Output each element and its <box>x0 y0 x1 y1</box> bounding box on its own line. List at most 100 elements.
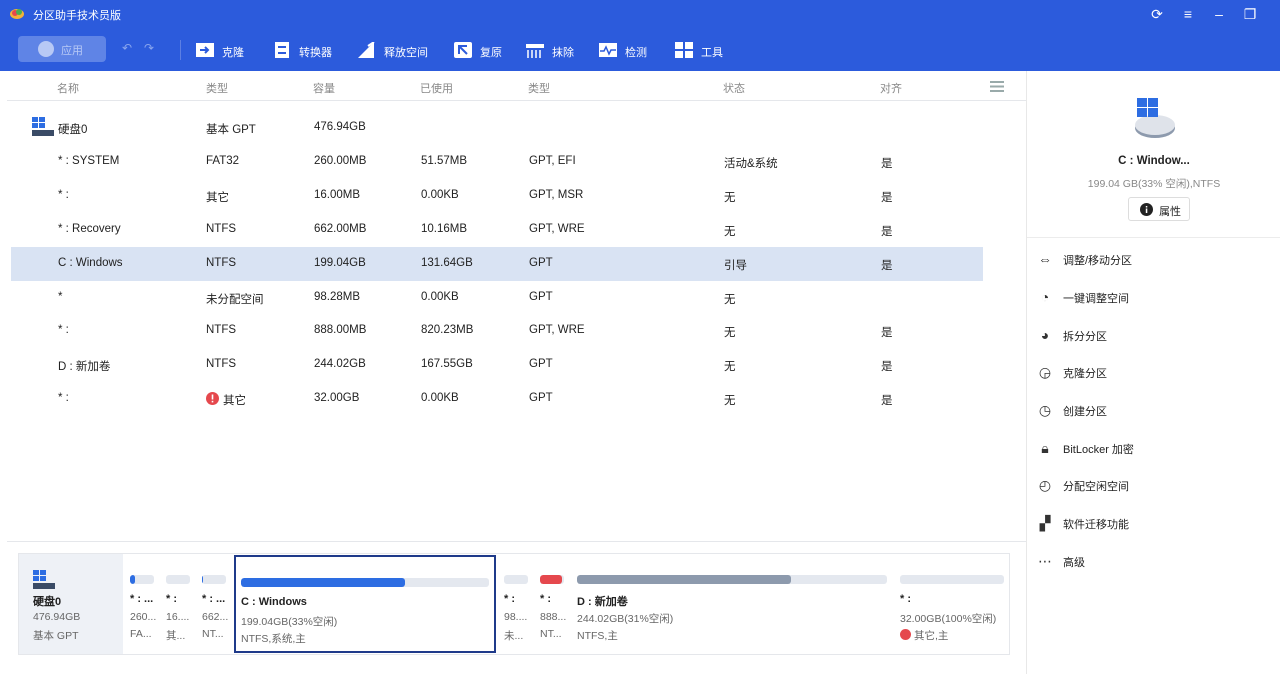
check-button[interactable]: 检测 <box>599 42 653 60</box>
disk-icon <box>32 117 54 136</box>
cell-status: 无 <box>724 192 736 204</box>
table-row[interactable]: * : NTFS 888.00MB 820.23MB GPT, WRE 无 是 <box>11 314 983 348</box>
disk-row[interactable]: 硬盘0 基本 GPT 476.94GB <box>11 111 983 145</box>
create-partition-action[interactable]: ◷ 创建分区 <box>1037 399 1267 421</box>
column-header[interactable]: 状态 <box>723 80 745 96</box>
resize-move-action[interactable]: ⇔ 调整/移动分区 <box>1037 248 1267 270</box>
disk-map-partition[interactable]: D : 新加卷 244.02GB(31%空闲) NTFS,主 <box>574 554 890 654</box>
disk-map-partition[interactable]: * : 16.... 其... <box>163 554 193 654</box>
disk-map-partition[interactable]: * : 32.00GB(100%空闲) 其它,主 <box>897 554 1007 654</box>
clone-partition-action[interactable]: ◶ 克隆分区 <box>1037 361 1267 383</box>
app-logo-icon <box>10 9 24 19</box>
column-header[interactable]: 容量 <box>313 80 335 96</box>
pane-divider[interactable] <box>7 541 1026 542</box>
cell-name: * <box>58 291 63 303</box>
disk-icon <box>33 570 55 589</box>
more-icon: ⋯ <box>1038 553 1052 569</box>
restore-icon[interactable]: ❐ <box>1240 5 1260 23</box>
auto-adjust-action[interactable]: ◔ 一键调整空间 <box>1037 286 1267 308</box>
column-header[interactable]: 类型 <box>206 80 228 96</box>
warning-icon <box>206 392 219 405</box>
usage-bar <box>130 575 154 584</box>
cell-used: 0.00KB <box>421 189 459 201</box>
free-space-button[interactable]: 释放空间 <box>358 42 434 60</box>
cell-name: * : <box>58 189 69 201</box>
cell-name: * : <box>58 392 69 404</box>
column-header[interactable]: 对齐 <box>880 80 902 96</box>
pulse-icon <box>599 43 617 57</box>
partition-title: C : Window... <box>1118 155 1190 167</box>
panel-divider <box>1027 237 1280 238</box>
apply-button[interactable]: 应用 <box>18 36 106 62</box>
table-header: 名称 类型 容量 已使用 类型 状态 对齐 <box>7 71 1026 101</box>
create-partition-icon: ◷ <box>1038 402 1052 418</box>
redo-icon[interactable]: ↷ <box>144 41 154 55</box>
menu-icon[interactable]: ≡ <box>1178 5 1198 23</box>
cell-type: GPT <box>529 257 553 269</box>
table-row[interactable]: * 未分配空间 98.28MB 0.00KB GPT 无 <box>11 281 983 315</box>
table-row[interactable]: * : Recovery NTFS 662.00MB 10.16MB GPT, … <box>11 213 983 247</box>
properties-label: 属性 <box>1159 206 1181 218</box>
split-partition-action[interactable]: ◕ 拆分分区 <box>1037 324 1267 346</box>
check-icon <box>38 41 54 57</box>
table-row-selected[interactable]: C : Windows NTFS 199.04GB 131.64GB GPT 引… <box>11 247 983 281</box>
partition-name: * : <box>504 593 515 605</box>
table-row[interactable]: * : SYSTEM FAT32 260.00MB 51.57MB GPT, E… <box>11 145 983 179</box>
column-header[interactable]: 已使用 <box>420 80 453 96</box>
cell-fs: 未分配空间 <box>206 294 264 306</box>
allocate-icon: ◴ <box>1038 477 1052 493</box>
partition-fs: NT... <box>540 628 562 640</box>
bitlocker-action[interactable]: 🔒︎ BitLocker 加密 <box>1037 437 1267 459</box>
cell-align: 是 <box>881 158 893 170</box>
disk-summary[interactable]: 硬盘0 476.94GB 基本 GPT <box>19 554 123 654</box>
table-row[interactable]: * : 其它 16.00MB 0.00KB GPT, MSR 无 是 <box>11 179 983 213</box>
column-settings-icon[interactable] <box>990 81 1004 92</box>
cell-fs: NTFS <box>206 223 237 235</box>
cell-name: * : Recovery <box>58 223 121 235</box>
partition-name: * : <box>540 593 551 605</box>
undo-icon[interactable]: ↶ <box>122 41 132 55</box>
allocate-space-action[interactable]: ◴ 分配空闲空间 <box>1037 474 1267 496</box>
partition-name: * : <box>166 593 177 605</box>
wipe-button[interactable]: 抹除 <box>526 42 578 60</box>
tools-button[interactable]: 工具 <box>675 42 727 60</box>
usage-bar <box>577 575 887 584</box>
column-header[interactable]: 名称 <box>57 80 79 96</box>
table-row[interactable]: D : 新加卷 NTFS 244.02GB 167.55GB GPT 无 是 <box>11 348 983 382</box>
disk-map-partition[interactable]: C : Windows 199.04GB(33%空闲) NTFS,系统,主 <box>234 555 496 653</box>
window-title: 分区助手技术员版 <box>33 10 121 22</box>
app-migration-action[interactable]: ▞ 软件迁移功能 <box>1037 512 1267 534</box>
cell-capacity: 16.00MB <box>314 189 361 201</box>
properties-button[interactable]: 属性 <box>1128 197 1190 221</box>
disk-map-partition[interactable]: * : ... 260... FA... <box>127 554 157 654</box>
restore-button[interactable]: 复原 <box>454 42 506 60</box>
table-row[interactable]: * : 其它 32.00GB 0.00KB GPT 无 是 <box>11 382 983 416</box>
advanced-action[interactable]: ⋯ 高级 <box>1037 550 1267 572</box>
refresh-icon[interactable]: ⟳ <box>1147 5 1167 23</box>
cell-used: 131.64GB <box>421 257 473 269</box>
disk-map-partition[interactable]: * : ... 662... NT... <box>199 554 229 654</box>
usage-fill <box>540 575 563 584</box>
cell-used: 10.16MB <box>421 223 468 235</box>
disk-map-partition[interactable]: * : 888... NT... <box>537 554 567 654</box>
apply-label: 应用 <box>61 45 83 57</box>
clone-button[interactable]: 克隆 <box>196 42 256 60</box>
restore-arrow-icon <box>454 42 472 58</box>
partition-size: 98.... <box>504 611 528 623</box>
cell-type: GPT <box>529 291 553 303</box>
partition-name: D : 新加卷 <box>577 596 628 608</box>
cell-capacity: 662.00MB <box>314 223 367 235</box>
partition-fs: 未... <box>504 630 524 642</box>
warning-icon <box>900 629 911 640</box>
disk-map-partition[interactable]: * : 98.... 未... <box>501 554 531 654</box>
minimize-icon[interactable]: – <box>1209 5 1229 23</box>
clone-icon <box>196 43 214 57</box>
cell-type: GPT, EFI <box>529 155 576 167</box>
converter-button[interactable]: 转换器 <box>273 42 343 60</box>
partition-fs: FA... <box>130 628 152 640</box>
cell-align: 是 <box>881 192 893 204</box>
column-header[interactable]: 类型 <box>528 80 550 96</box>
cell-fs: 其它 <box>223 395 246 407</box>
partition-name: * : ... <box>202 593 226 605</box>
disk-map-size: 476.94GB <box>33 611 81 623</box>
